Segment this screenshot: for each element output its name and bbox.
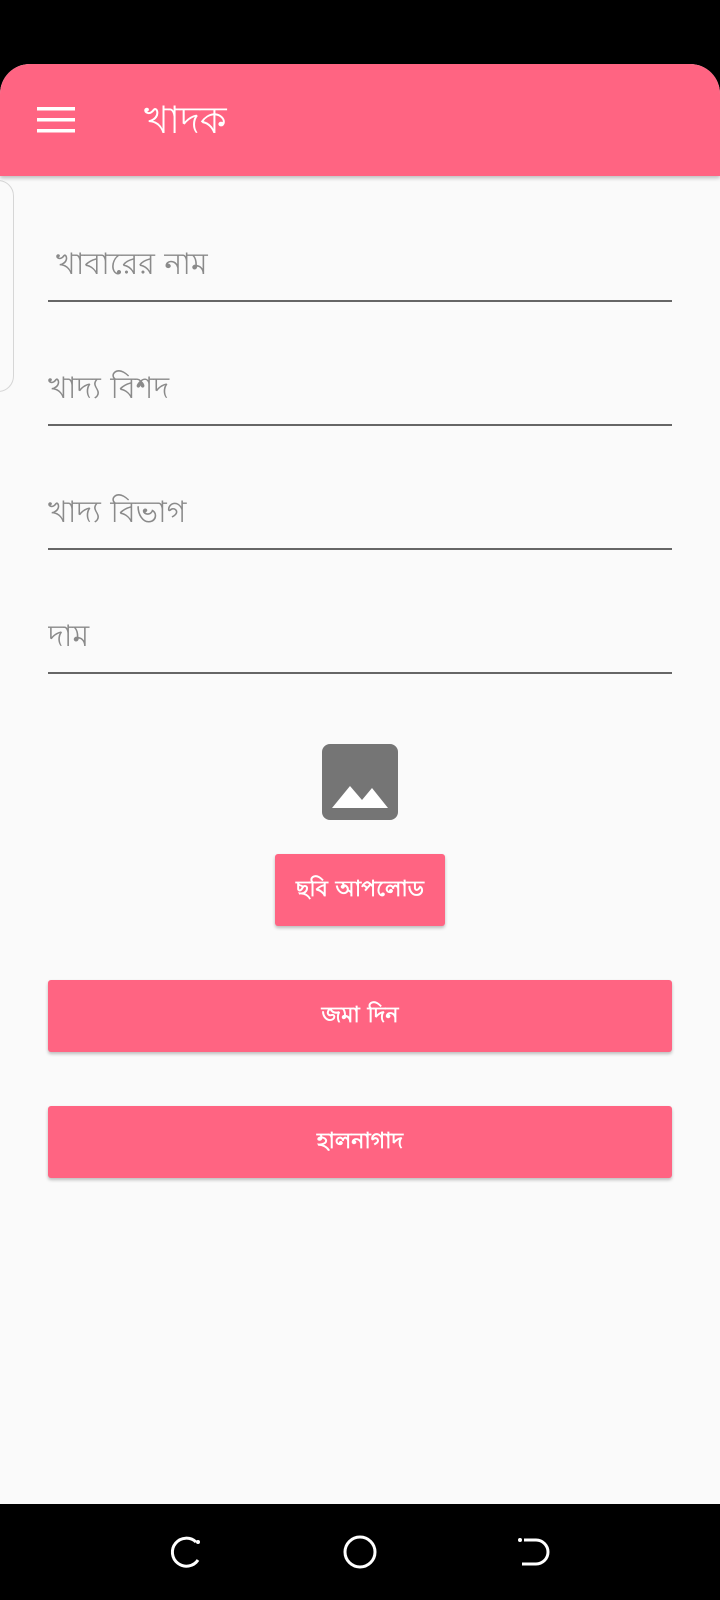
page-title: খাদক — [144, 98, 227, 142]
menu-button[interactable] — [28, 92, 84, 148]
hamburger-menu-icon — [37, 107, 75, 133]
food-name-input[interactable] — [48, 238, 672, 302]
food-details-field — [48, 346, 672, 426]
home-circle-icon[interactable] — [340, 1532, 380, 1572]
food-details-input[interactable] — [48, 362, 672, 426]
app-screen: খাদক ছবি আপলোড জমা দিন হালনাগাদ — [0, 64, 720, 1504]
price-input[interactable] — [48, 610, 672, 674]
submit-button[interactable]: জমা দিন — [48, 980, 672, 1052]
recent-apps-icon[interactable] — [166, 1532, 206, 1572]
food-category-input[interactable] — [48, 486, 672, 550]
back-icon[interactable] — [514, 1532, 554, 1572]
system-nav-bar — [0, 1504, 720, 1600]
image-preview[interactable] — [322, 744, 398, 820]
image-placeholder-icon — [322, 744, 398, 820]
upload-image-button[interactable]: ছবি আপলোড — [275, 854, 445, 926]
toolbar: খাদক — [0, 64, 720, 176]
price-field — [48, 594, 672, 674]
food-category-field — [48, 470, 672, 550]
food-name-field — [48, 222, 672, 302]
drawer-edge-handle[interactable] — [0, 180, 14, 392]
update-button[interactable]: হালনাগাদ — [48, 1106, 672, 1178]
status-bar — [0, 0, 720, 64]
